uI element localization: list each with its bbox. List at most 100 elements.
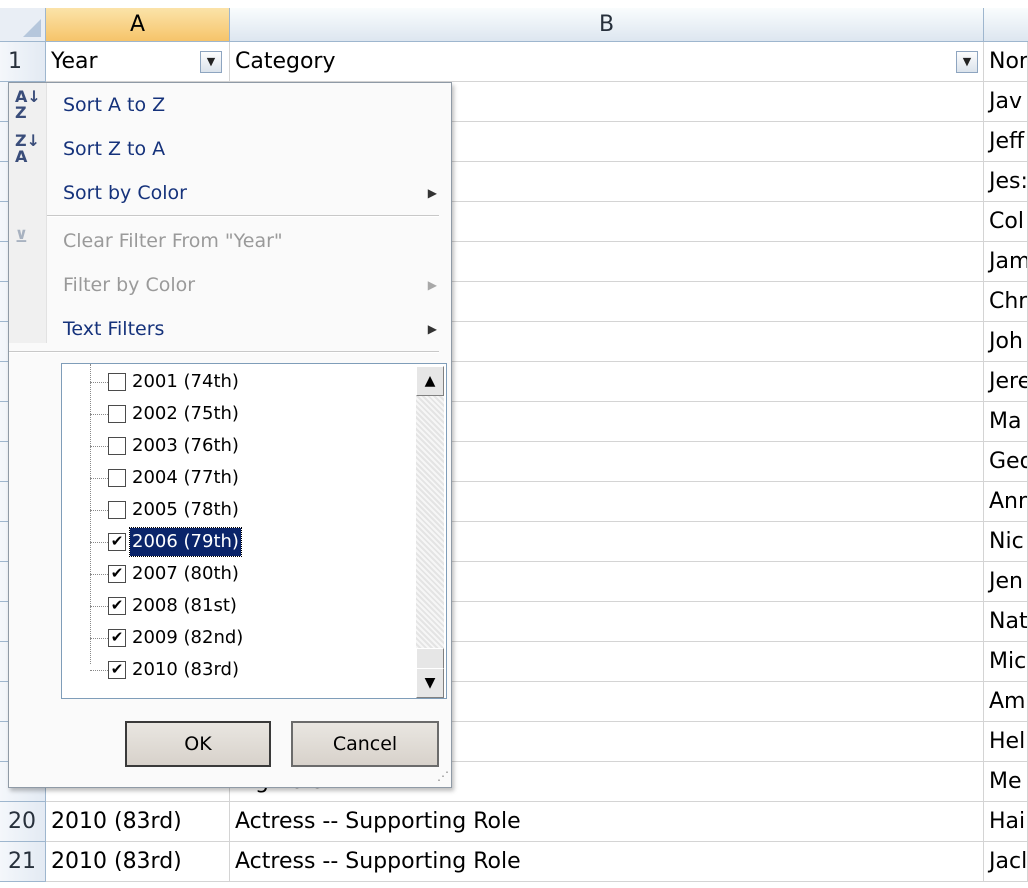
cell-nominee[interactable]: Jen (984, 562, 1028, 602)
cell-category-header[interactable]: Category (230, 42, 984, 82)
cell-nominee[interactable]: Ann (984, 482, 1028, 522)
cell-nominee[interactable]: Chr (984, 282, 1028, 322)
cell-nominee[interactable]: Joh (984, 322, 1028, 362)
cell-nominee[interactable]: Jes: (984, 162, 1028, 202)
checkbox[interactable] (108, 373, 126, 391)
scroll-down-button[interactable]: ▼ (416, 668, 444, 698)
checkbox[interactable] (108, 405, 126, 423)
filter-item-label: 2006 (79th) (129, 527, 242, 557)
category-filter-dropdown-button[interactable]: ▼ (956, 51, 978, 73)
sort-z-to-a-item[interactable]: Sort Z to A (47, 127, 451, 171)
year-header-text: Year (51, 49, 98, 74)
cell-nominee-header[interactable]: Nor (984, 42, 1028, 82)
filter-list-item[interactable]: ✔ 2006 (79th) (90, 526, 410, 558)
filter-item-label: 2004 (77th) (132, 467, 239, 488)
filter-list-item[interactable]: ✔ 2007 (80th) (90, 558, 410, 590)
tree-branch-line (90, 446, 108, 447)
menu-separator (47, 215, 439, 217)
cell-nominee[interactable]: Col (984, 202, 1028, 242)
cell-category[interactable]: Actress -- Supporting Role (230, 802, 984, 842)
column-header-c[interactable] (984, 8, 1028, 42)
checkbox[interactable] (108, 437, 126, 455)
table-row: 20 2010 (83rd) Actress -- Supporting Role H… (0, 802, 1028, 842)
scroll-thumb[interactable] (416, 648, 444, 670)
submenu-arrow-icon: ▶ (427, 186, 437, 200)
text-filters-label: Text Filters (63, 318, 165, 340)
submenu-arrow-icon: ▶ (427, 278, 437, 292)
list-scrollbar[interactable]: ▲ ▼ (416, 366, 444, 698)
tree-branch-line (90, 414, 108, 415)
category-header-text: Category (235, 49, 336, 74)
cell-nominee[interactable]: Geo (984, 442, 1028, 482)
filter-list-item[interactable]: 2003 (76th) (90, 430, 410, 462)
filter-by-color-item[interactable]: Filter by Color ▶ (47, 263, 451, 307)
filter-list-item[interactable]: 2005 (78th) (90, 494, 410, 526)
checkbox[interactable]: ✔ (108, 661, 126, 679)
ok-button[interactable]: OK (125, 721, 271, 767)
filter-list-item[interactable]: 2002 (75th) (90, 398, 410, 430)
column-header-b[interactable]: B (230, 8, 984, 42)
row-header[interactable]: 20 (0, 802, 46, 842)
sort-by-color-label: Sort by Color (63, 182, 187, 204)
clear-filter-item[interactable]: Clear Filter From "Year" (47, 219, 451, 263)
cell-category[interactable]: Actress -- Supporting Role (230, 842, 984, 882)
filter-list-item[interactable]: ✔ 2009 (82nd) (90, 622, 410, 654)
scroll-up-button[interactable]: ▲ (416, 366, 444, 396)
submenu-arrow-icon: ▶ (427, 322, 437, 336)
cell-nominee[interactable]: Jacl (984, 842, 1028, 882)
year-filter-dropdown-button[interactable]: ▼ (200, 51, 222, 73)
row-header[interactable]: 1 (0, 42, 46, 82)
checkbox[interactable]: ✔ (108, 629, 126, 647)
menu-icon-gutter (9, 83, 47, 343)
tree-branch-line (90, 510, 108, 511)
cell-nominee[interactable]: Ma (984, 402, 1028, 442)
filter-list-item[interactable]: ✔ 2008 (81st) (90, 590, 410, 622)
cell-nominee[interactable]: Jav (984, 82, 1028, 122)
sort-a-to-z-item[interactable]: Sort A to Z (47, 83, 451, 127)
cell-nominee[interactable]: Nic (984, 522, 1028, 562)
tree-branch-line (90, 670, 108, 671)
autofilter-dropdown: A↓ Z Sort A to Z Z↓ A Sort Z to A Sort by … (8, 82, 452, 788)
table-row: 21 2010 (83rd) Actress -- Supporting Role J… (0, 842, 1028, 882)
filter-by-color-label: Filter by Color (63, 274, 196, 296)
checkbox[interactable]: ✔ (108, 533, 126, 551)
filter-item-label: 2003 (76th) (132, 435, 239, 456)
column-header-a[interactable]: A (46, 8, 230, 42)
select-all-corner[interactable] (0, 8, 46, 42)
filter-item-label: 2008 (81st) (132, 595, 237, 616)
menu-separator (9, 351, 439, 353)
checkbox[interactable] (108, 501, 126, 519)
cancel-button[interactable]: Cancel (291, 721, 439, 767)
tree-branch-line (90, 574, 108, 575)
clear-filter-icon: ⊻ (15, 227, 28, 246)
filter-item-label: 2010 (83rd) (132, 659, 239, 680)
cell-year[interactable]: 2010 (83rd) (46, 802, 230, 842)
filter-list-item[interactable]: 2004 (77th) (90, 462, 410, 494)
cell-nominee[interactable]: Mic (984, 642, 1028, 682)
checkbox[interactable]: ✔ (108, 565, 126, 583)
cell-nominee[interactable]: Nat (984, 602, 1028, 642)
resize-grip-icon[interactable]: ⋰ (437, 769, 449, 783)
header-row: 1 Year ▼ Category ▼ Nor (0, 42, 1028, 82)
cell-nominee[interactable]: Jam (984, 242, 1028, 282)
cell-year[interactable]: 2010 (83rd) (46, 842, 230, 882)
filter-item-label: 2005 (78th) (132, 499, 239, 520)
cell-nominee[interactable]: Hel (984, 722, 1028, 762)
filter-item-label: 2007 (80th) (132, 563, 239, 584)
filter-values-list[interactable]: 2001 (74th) 2002 (75th) 2003 (76th) 2004 (7… (61, 363, 447, 699)
filter-item-label: 2001 (74th) (132, 371, 239, 392)
cell-nominee[interactable]: Hai (984, 802, 1028, 842)
tree-branch-line (90, 638, 108, 639)
sort-by-color-item[interactable]: Sort by Color ▶ (47, 171, 451, 215)
cell-nominee[interactable]: Jere (984, 362, 1028, 402)
tree-branch-line (90, 606, 108, 607)
cell-nominee[interactable]: Am (984, 682, 1028, 722)
text-filters-item[interactable]: Text Filters ▶ (47, 307, 451, 351)
checkbox[interactable]: ✔ (108, 597, 126, 615)
checkbox[interactable] (108, 469, 126, 487)
row-header[interactable]: 21 (0, 842, 46, 882)
filter-list-item[interactable]: 2001 (74th) (90, 366, 410, 398)
cell-nominee[interactable]: Jeff (984, 122, 1028, 162)
filter-list-item[interactable]: ✔ 2010 (83rd) (90, 654, 410, 686)
cell-nominee[interactable]: Me (984, 762, 1028, 802)
